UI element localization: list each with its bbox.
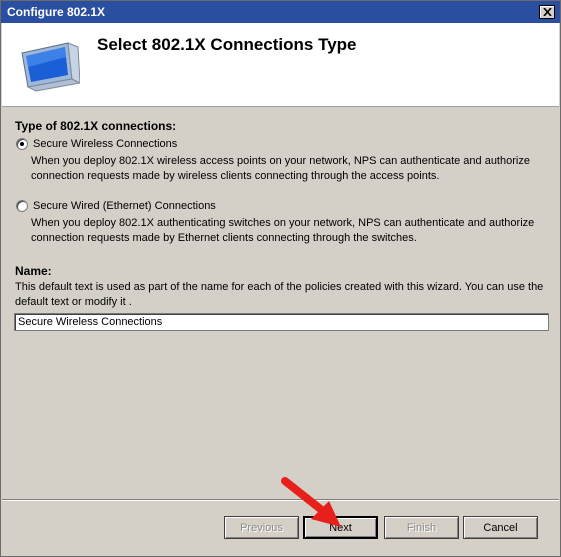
wireless-option-description: When you deploy 802.1X wireless access p… — [31, 155, 530, 182]
page-title: Select 802.1X Connections Type — [97, 35, 357, 54]
previous-button[interactable]: Previous — [224, 516, 299, 539]
window-title: Configure 802.1X — [7, 5, 106, 19]
radio-button-selected[interactable] — [16, 138, 28, 150]
policy-name-input[interactable] — [14, 313, 549, 331]
connection-type-label: Type of 802.1X connections: — [15, 119, 177, 133]
finish-button[interactable]: Finish — [384, 516, 459, 539]
computer-monitor-icon — [21, 42, 80, 92]
wired-option-description: When you deploy 802.1X authenticating sw… — [31, 217, 535, 244]
close-icon — [542, 8, 552, 16]
footer-divider — [2, 499, 559, 501]
radio-button-unselected[interactable] — [16, 200, 28, 212]
wizard-header: Select 802.1X Connections Type — [2, 23, 559, 107]
cancel-button[interactable]: Cancel — [463, 516, 538, 539]
close-button[interactable] — [539, 5, 555, 19]
name-description: This default text is used as part of the… — [15, 281, 544, 308]
wizard-content: Type of 802.1X connections: Secure Wirel… — [2, 108, 559, 498]
wired-option-label: Secure Wired (Ethernet) Connections — [33, 200, 216, 212]
radio-wired-connections[interactable]: Secure Wired (Ethernet) Connections — [16, 200, 216, 212]
next-button[interactable]: Next — [303, 516, 378, 539]
configure-8021x-dialog: Configure 802.1X Select 802.1X Connectio… — [0, 0, 561, 557]
radio-wireless-connections[interactable]: Secure Wireless Connections — [16, 138, 177, 150]
title-bar: Configure 802.1X — [1, 1, 560, 23]
name-label: Name: — [15, 264, 52, 278]
wireless-option-label: Secure Wireless Connections — [33, 138, 178, 150]
